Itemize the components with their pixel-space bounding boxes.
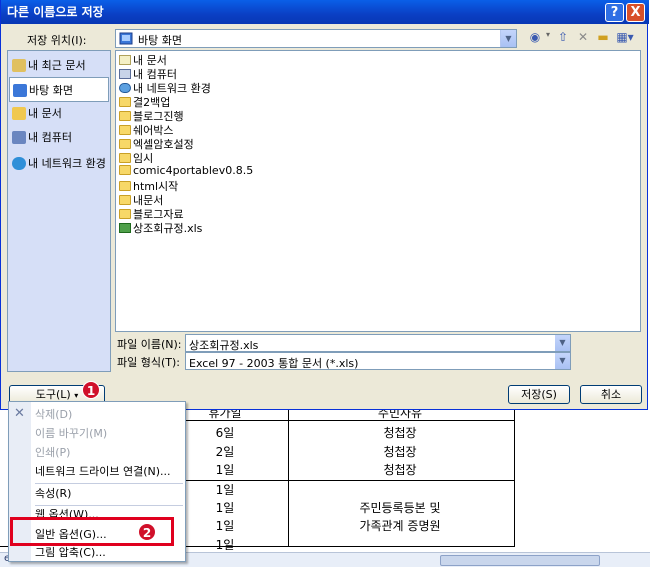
- sheet-gridline: [514, 410, 515, 547]
- cancel-button[interactable]: 취소: [580, 385, 642, 404]
- filename-input[interactable]: 상조회규정.xls ▼: [185, 334, 571, 352]
- place-label: 바탕 화면: [29, 84, 73, 97]
- list-item[interactable]: 상조회규정.xls: [119, 220, 202, 235]
- desktop-icon: [13, 84, 27, 97]
- network-icon: [12, 157, 26, 170]
- my-documents-icon: [12, 107, 26, 120]
- sheet-gridline: [288, 410, 289, 547]
- title-bar: 다른 이름으로 저장: [1, 0, 649, 24]
- close-button[interactable]: X: [626, 3, 645, 22]
- sheet-cell-reason: 청첩장: [383, 445, 417, 459]
- save-location-value: 바탕 화면: [138, 34, 182, 47]
- sheet-cell-reason: 가족관계 증명원: [359, 519, 441, 533]
- folder-icon: [119, 209, 131, 219]
- back-dropdown-icon[interactable]: ▾: [543, 30, 553, 46]
- help-button[interactable]: ?: [605, 3, 624, 22]
- place-recent-documents[interactable]: 내 최근 문서: [9, 53, 109, 78]
- list-item[interactable]: comic4portablev0.8.5: [119, 164, 253, 178]
- file-list: 내 문서 내 컴퓨터 내 네트워크 환경 결2백업 블로그진행 쉐어박스 엑셀암…: [115, 50, 641, 332]
- menu-item-print[interactable]: 인쇄(P): [35, 444, 70, 462]
- menu-item-map-network-drive[interactable]: 네트워크 드라이브 연결(N)...: [35, 463, 171, 481]
- chevron-down-icon[interactable]: ▼: [500, 30, 516, 47]
- folder-icon: [119, 139, 131, 149]
- step-badge-1: 1: [82, 381, 100, 399]
- list-item[interactable]: 엑셀암호설정: [119, 136, 194, 151]
- menu-item-compress-pictures[interactable]: 그림 압축(C)...: [35, 544, 106, 562]
- sheet-cell-days: 6일: [215, 426, 235, 440]
- place-label: 내 컴퓨터: [28, 131, 72, 144]
- folder-icon: [119, 181, 131, 191]
- save-location-combo[interactable]: 바탕 화면 ▼: [115, 29, 517, 48]
- place-label: 내 문서: [28, 107, 62, 120]
- sheet-cell-reason: 청첩장: [383, 426, 417, 440]
- close-menu-icon[interactable]: ✕: [14, 406, 25, 421]
- save-location-label: 저장 위치(I):: [27, 34, 87, 47]
- place-network[interactable]: 내 네트워크 환경: [9, 151, 109, 176]
- new-folder-icon[interactable]: ▬: [595, 30, 611, 46]
- place-label: 내 최근 문서: [28, 59, 86, 72]
- chevron-down-icon: ▾: [74, 391, 79, 400]
- network-icon: [119, 83, 131, 93]
- list-item[interactable]: 내문서: [119, 192, 163, 207]
- up-folder-icon[interactable]: ⇧: [555, 30, 571, 46]
- excel-file-icon: [119, 223, 131, 233]
- save-as-dialog: 다른 이름으로 저장 ? X 저장 위치(I): 바탕 화면 ▼ ◉ ▾ ⇧ ✕…: [0, 0, 649, 410]
- back-icon[interactable]: ◉: [527, 30, 543, 46]
- menu-item-rename[interactable]: 이름 바꾸기(M): [35, 425, 107, 443]
- place-label: 내 네트워크 환경: [28, 157, 106, 170]
- my-computer-icon: [12, 131, 26, 144]
- filetype-label: 파일 형식(T):: [117, 356, 180, 369]
- sheet-cell-days: 2일: [215, 445, 235, 459]
- list-item[interactable]: 결2백업: [119, 94, 170, 109]
- folder-icon: [119, 111, 131, 121]
- list-item[interactable]: 내 컴퓨터: [119, 66, 177, 81]
- document-icon: [119, 55, 131, 65]
- list-item[interactable]: 블로그진행: [119, 108, 184, 123]
- sheet-cell-days: 1일: [215, 463, 235, 477]
- filename-label: 파일 이름(N):: [117, 338, 182, 351]
- filetype-value: Excel 97 - 2003 통합 문서 (*.xls): [189, 357, 359, 370]
- places-bar: 내 최근 문서 바탕 화면 내 문서 내 컴퓨터 내 네트워크 환경: [7, 50, 111, 372]
- menu-item-delete[interactable]: 삭제(D): [35, 406, 72, 424]
- list-item[interactable]: html시작: [119, 178, 178, 193]
- filename-value: 상조회규정.xls: [189, 339, 259, 352]
- list-item[interactable]: 쉐어박스: [119, 122, 173, 137]
- desktop-icon: [119, 32, 133, 45]
- recent-documents-icon: [12, 59, 26, 72]
- menu-separator: [35, 483, 183, 484]
- list-item[interactable]: 임시: [119, 150, 153, 165]
- sheet-cell-days: 1일: [215, 501, 235, 515]
- list-item[interactable]: 내 네트워크 환경: [119, 80, 211, 95]
- chevron-down-icon[interactable]: ▼: [555, 353, 570, 369]
- window-title: 다른 이름으로 저장: [7, 5, 104, 19]
- list-item[interactable]: 블로그자료: [119, 206, 184, 221]
- step-badge-2: 2: [138, 523, 156, 541]
- folder-icon: [119, 97, 131, 107]
- folder-icon: [119, 165, 131, 175]
- place-my-documents[interactable]: 내 문서: [9, 101, 109, 126]
- menu-item-properties[interactable]: 속성(R): [35, 485, 71, 503]
- chevron-down-icon[interactable]: ▼: [555, 335, 570, 351]
- scrollbar-thumb[interactable]: [440, 555, 600, 566]
- views-icon[interactable]: ▦▾: [615, 30, 635, 46]
- folder-icon: [119, 195, 131, 205]
- sheet-cell-days: 1일: [215, 483, 235, 497]
- sheet-cell-days: 1일: [215, 519, 235, 533]
- filetype-select[interactable]: Excel 97 - 2003 통합 문서 (*.xls) ▼: [185, 352, 571, 370]
- sheet-cell-reason: 청첩장: [383, 463, 417, 477]
- folder-icon: [119, 153, 131, 163]
- sheet-cell-days: 1일: [215, 538, 235, 552]
- save-button[interactable]: 저장(S): [508, 385, 570, 404]
- folder-icon: [119, 125, 131, 135]
- place-my-computer[interactable]: 내 컴퓨터: [9, 125, 109, 150]
- computer-icon: [119, 69, 131, 79]
- sheet-cell-reason: 주민등록등본 및: [359, 501, 441, 515]
- list-item[interactable]: 내 문서: [119, 52, 167, 67]
- place-desktop[interactable]: 바탕 화면: [9, 77, 109, 102]
- tools-button-label: 도구(L): [35, 388, 71, 401]
- delete-icon[interactable]: ✕: [575, 30, 591, 46]
